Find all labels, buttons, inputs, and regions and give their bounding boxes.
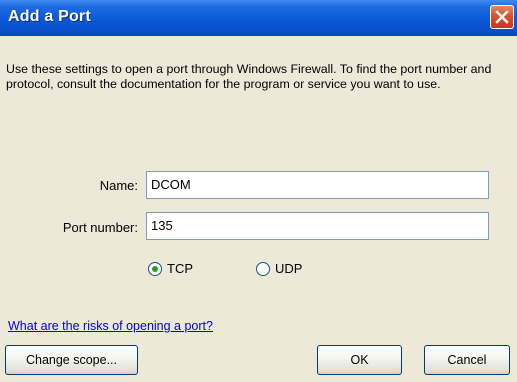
window-title: Add a Port [8,8,91,25]
radio-udp[interactable]: UDP [256,261,326,279]
radio-udp-label[interactable]: UDP [275,261,302,276]
radio-tcp-label[interactable]: TCP [167,261,193,276]
port-number-field[interactable]: 135 [146,212,489,240]
ok-button[interactable]: OK [317,345,402,375]
title-bar[interactable]: Add a Port [0,0,517,36]
port-number-label: Port number: [62,220,138,235]
cancel-button[interactable]: Cancel [424,345,510,375]
add-port-dialog: Add a Port Use these settings to open a … [0,0,517,382]
close-icon [495,10,509,24]
close-button[interactable] [490,5,514,29]
risks-help-link[interactable]: What are the risks of opening a port? [8,319,213,333]
radio-selected-dot [152,266,158,272]
radio-tcp-circle[interactable] [148,262,162,276]
radio-udp-circle[interactable] [256,262,270,276]
description-text: Use these settings to open a port throug… [6,62,492,91]
name-field[interactable]: DCOM [146,171,489,199]
change-scope-button[interactable]: Change scope... [5,345,138,375]
radio-tcp[interactable]: TCP [148,261,218,279]
name-label: Name: [99,178,138,193]
